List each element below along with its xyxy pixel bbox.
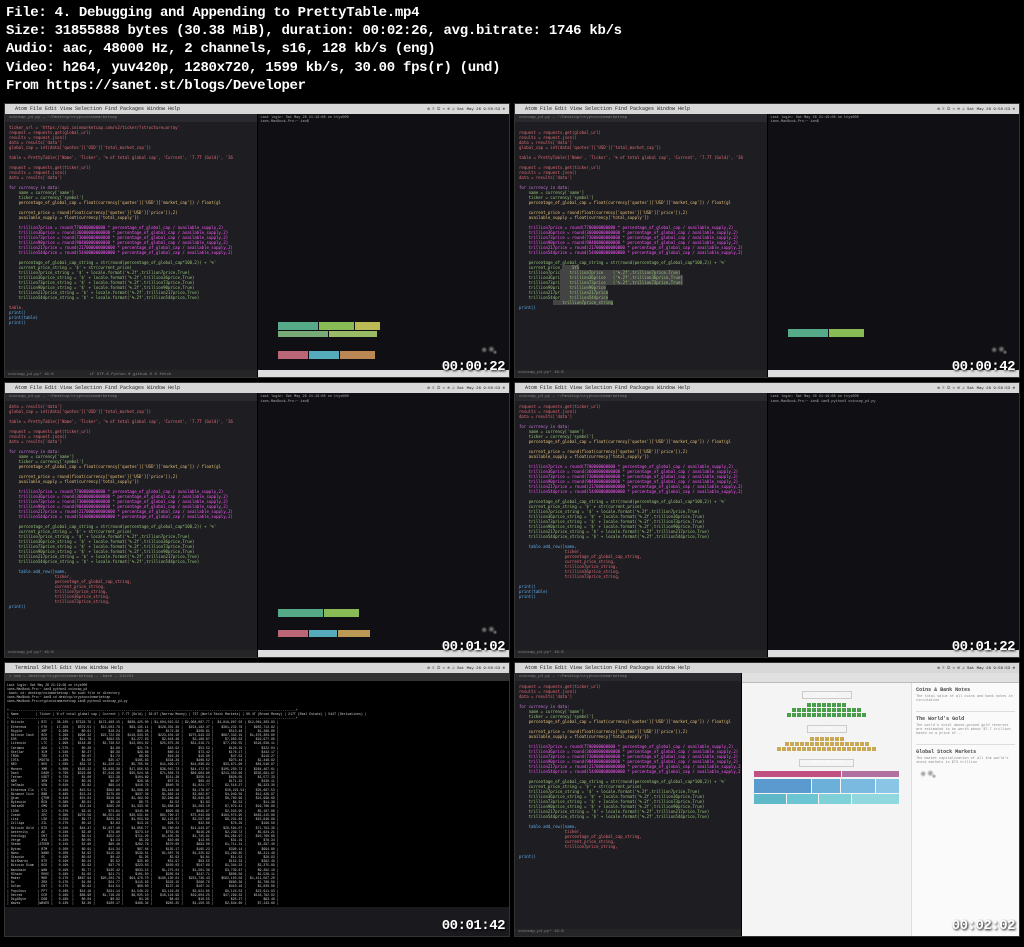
thumbnail-2: Atom File Edit View Selection Find Packa…	[514, 103, 1020, 378]
source-url: https://sanet.st/blogs/Developer	[47, 78, 306, 94]
source-code: ticker_url = 'https://api.coinmarketcap.…	[5, 122, 257, 328]
thumbnail-6: Atom File Edit View Selection Find Packa…	[514, 662, 1020, 937]
thumbnail-4: Atom File Edit View Selection Find Packa…	[514, 382, 1020, 657]
atom-editor-pane: coincap_p4.py — ~/Desktop/cryptocoinmark…	[5, 114, 258, 377]
thumbnail-1: Atom File Edit View Selection Find Packa…	[4, 103, 510, 378]
browser-toolbar	[742, 673, 1019, 683]
file-name: 4. Debugging and Appending to PrettyTabl…	[55, 5, 420, 21]
terminal-tabbar: ⌂ ian — desktop/cryptocoinmarketcap — -b…	[5, 673, 509, 681]
file-info-header: File: 4. Debugging and Appending to Pret…	[0, 0, 1024, 99]
terminal-pane: Last login: Sat May 26 21:19:08 on ttys0…	[258, 114, 510, 377]
thumbnail-3: Atom File Edit View Selection Find Packa…	[4, 382, 510, 657]
browser-pane: Currency Gold Stock Markets	[742, 673, 1019, 936]
source-code: request = requests.get(global_url) resul…	[515, 122, 767, 313]
section-gold: Gold	[807, 725, 847, 733]
thumbnail-grid: Atom File Edit View Selection Find Packa…	[0, 99, 1024, 941]
macos-menubar: Atom File Edit View Selection Find Packa…	[5, 104, 509, 114]
prettytable-output: Last login: Sat May 26 21:19:08 on ttys0…	[5, 681, 509, 908]
timestamp: 00:00:22	[442, 359, 505, 375]
section-stocks: Stock Markets	[799, 759, 854, 767]
thumbnail-5: Terminal Shell Edit View Window Help⚙ ≡ …	[4, 662, 510, 937]
section-currency: Currency	[802, 691, 852, 699]
